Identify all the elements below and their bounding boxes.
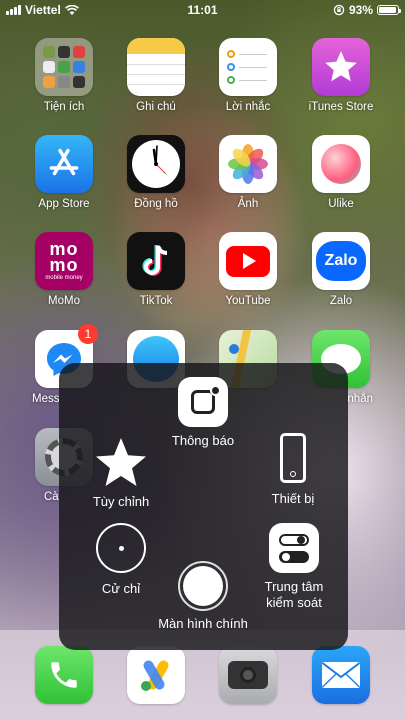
app-label: Zalo	[329, 295, 353, 307]
notes-icon	[127, 38, 185, 96]
app-ulike[interactable]: Ulike	[301, 135, 381, 210]
wifi-icon	[64, 4, 79, 15]
at-home-button[interactable]: Màn hình chính	[143, 561, 263, 632]
at-device-button[interactable]: Thiết bị	[243, 433, 343, 507]
reminders-icon	[219, 38, 277, 96]
app-label: Ảnh	[237, 198, 259, 210]
app-label: Tiện ích	[43, 101, 85, 113]
app-label: Lời nhắc	[225, 101, 271, 113]
app-itunes-store[interactable]: iTunes Store	[301, 38, 381, 113]
orientation-lock-icon	[333, 4, 345, 16]
notification-center-icon	[178, 377, 228, 427]
signal-icon	[6, 5, 21, 15]
app-ghi-chu[interactable]: Ghi chú	[116, 38, 196, 113]
camera-icon	[219, 646, 277, 704]
app-label: TikTok	[139, 295, 173, 307]
momo-icon: mo mo mobile money	[35, 232, 93, 290]
tiktok-icon	[127, 232, 185, 290]
app-label: Đồng hồ	[134, 198, 178, 210]
youtube-icon	[219, 232, 277, 290]
app-loi-nhac[interactable]: Lời nhắc	[208, 38, 288, 113]
at-custom-button[interactable]: Tùy chỉnh	[71, 433, 171, 510]
itunes-star-icon	[312, 38, 370, 96]
app-label: YouTube	[225, 295, 271, 307]
assistive-touch-menu: Thông báo Tùy chỉnh Thiết bị Cử chỉ Trun…	[59, 363, 348, 650]
control-center-icon	[269, 523, 319, 573]
iphone-icon	[280, 433, 306, 483]
gesture-circle-icon	[96, 523, 146, 573]
folder-icon	[35, 38, 93, 96]
dock-phone[interactable]	[24, 646, 104, 704]
status-time: 11:01	[187, 3, 218, 17]
ulike-icon	[312, 135, 370, 193]
app-youtube[interactable]: YouTube	[208, 232, 288, 307]
carrier-name: Viettel	[25, 3, 61, 17]
dock-mail[interactable]	[301, 646, 381, 704]
app-label: iTunes Store	[308, 101, 374, 113]
status-bar: Viettel 11:01 93%	[0, 0, 405, 20]
dock-google-ads[interactable]	[116, 646, 196, 704]
star-icon	[96, 438, 146, 486]
zalo-icon: Zalo	[312, 232, 370, 290]
battery-icon	[377, 5, 401, 15]
app-dong-ho[interactable]: Đồng hồ	[116, 135, 196, 210]
at-custom-label: Tùy chỉnh	[92, 494, 150, 509]
at-device-label: Thiết bị	[271, 491, 315, 506]
phone-icon	[35, 646, 93, 704]
app-momo[interactable]: mo mo mobile money MoMo	[24, 232, 104, 307]
notification-badge: 1	[78, 324, 98, 344]
photos-icon	[219, 135, 277, 193]
app-label: Ulike	[328, 198, 354, 210]
app-label: MoMo	[48, 295, 80, 307]
app-store-icon	[35, 135, 93, 193]
mail-icon	[312, 646, 370, 704]
battery-percent: 93%	[348, 3, 373, 17]
app-tiktok[interactable]: TikTok	[116, 232, 196, 307]
at-home-label: Màn hình chính	[158, 616, 248, 631]
app-tien-ich[interactable]: Tiện ích	[24, 38, 104, 113]
app-app-store[interactable]: App Store	[24, 135, 104, 210]
app-label: App Store	[38, 198, 90, 210]
app-anh[interactable]: Ảnh	[208, 135, 288, 210]
home-button-icon	[178, 561, 228, 611]
app-zalo[interactable]: Zalo Zalo	[301, 232, 381, 307]
clock-icon	[127, 135, 185, 193]
dock-camera[interactable]	[208, 646, 288, 704]
app-label: Ghi chú	[136, 101, 176, 113]
google-ads-icon	[127, 646, 185, 704]
